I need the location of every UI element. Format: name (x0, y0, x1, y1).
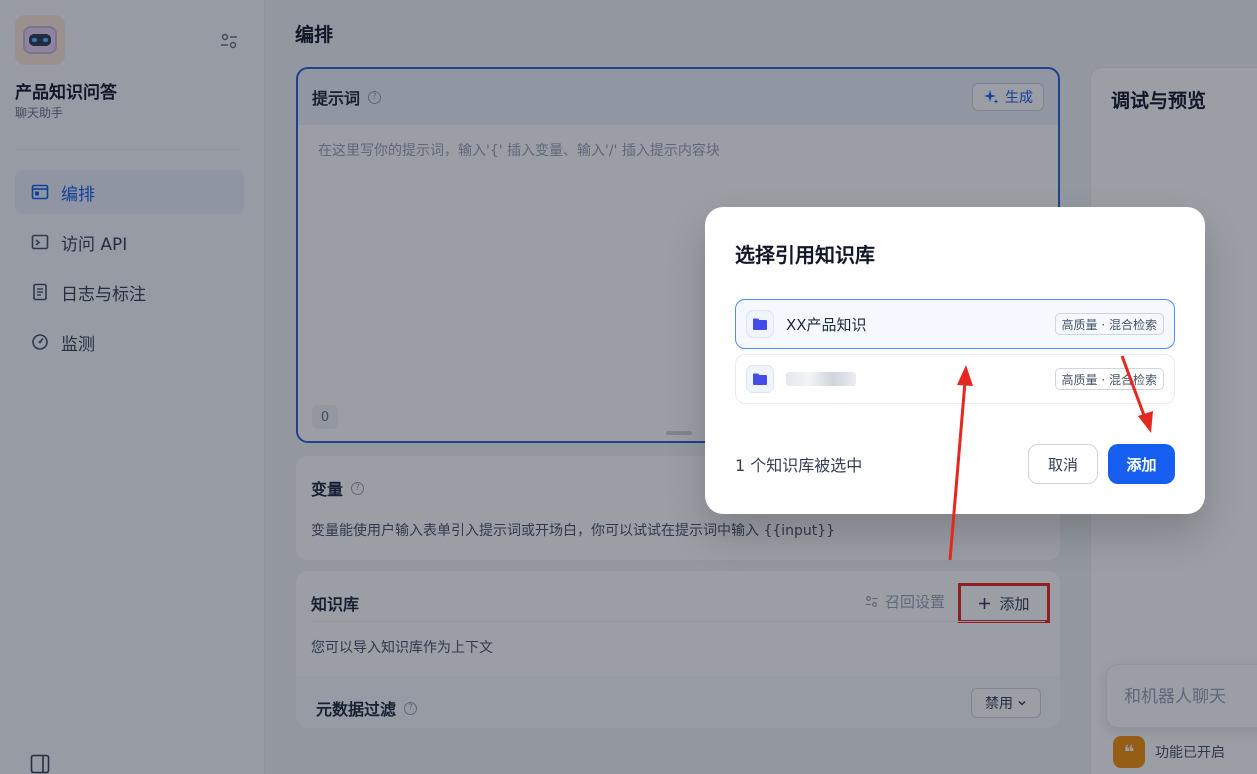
folder-icon (746, 310, 774, 338)
knowledge-item[interactable]: XX产品知识 高质量 · 混合检索 (735, 299, 1175, 349)
knowledge-item-tag: 高质量 · 混合检索 (1054, 368, 1164, 390)
knowledge-item-tag: 高质量 · 混合检索 (1054, 313, 1164, 335)
knowledge-item-name-blurred (786, 372, 856, 386)
selected-count: 1 个知识库被选中 (735, 456, 863, 475)
modal-title: 选择引用知识库 (735, 243, 875, 267)
cancel-button[interactable]: 取消 (1028, 444, 1098, 484)
select-knowledge-modal: 选择引用知识库 XX产品知识 高质量 · 混合检索 高质量 · 混合检索 1 个… (705, 207, 1205, 514)
knowledge-item-name: XX产品知识 (786, 315, 867, 334)
folder-icon (746, 365, 774, 393)
confirm-add-button[interactable]: 添加 (1108, 444, 1175, 484)
knowledge-item[interactable]: 高质量 · 混合检索 (735, 354, 1175, 404)
